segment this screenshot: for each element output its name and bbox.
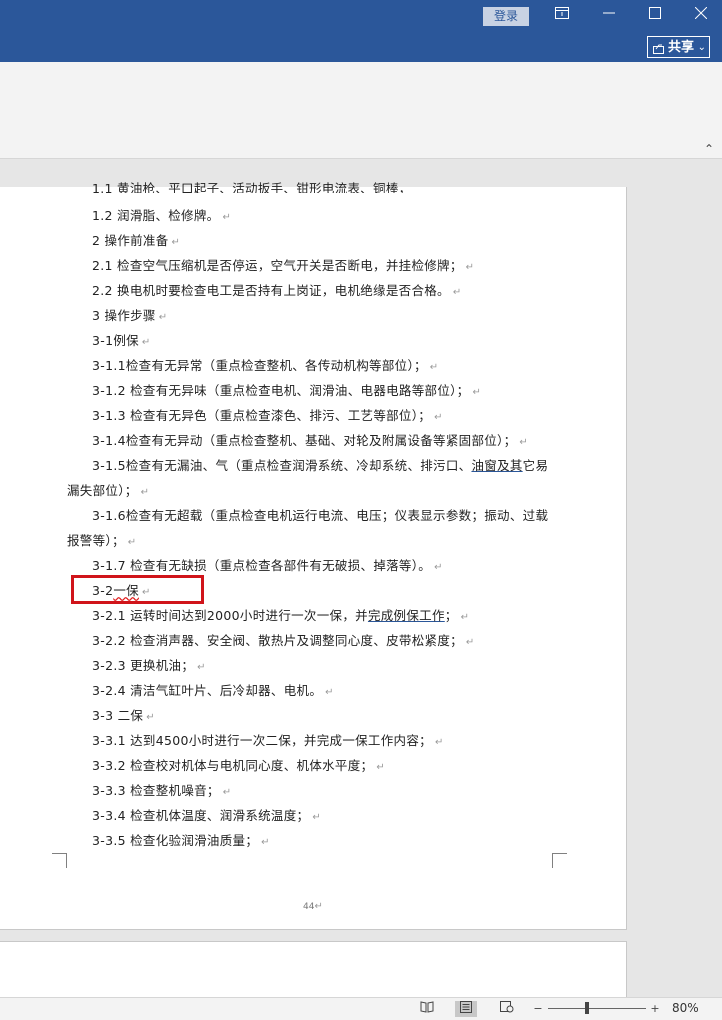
read-mode-icon[interactable] — [416, 1001, 438, 1017]
share-icon — [653, 37, 664, 59]
collapse-ribbon-icon[interactable]: ⌃ — [704, 142, 714, 156]
zoom-in-button[interactable]: + — [644, 1001, 666, 1017]
doc-line: 3-1.1检查有无异常（重点检查整机、各传动机构等部位）； ↵ — [92, 358, 439, 373]
doc-line: 3-3.2 检查校对机体与电机同心度、机体水平度； ↵ — [92, 758, 386, 773]
doc-line: 3-3.1 达到4500小时进行一次二保，并完成一保工作内容； ↵ — [92, 733, 444, 748]
page-number: 44↵ — [303, 901, 323, 912]
zoom-slider[interactable] — [548, 1008, 646, 1009]
doc-line: 3-2.1 运转时间达到2000小时进行一次一保，并完成例保工作； ↵ — [92, 608, 470, 623]
doc-line: 3-1.4检查有无异动（重点检查整机、基础、对轮及附属设备等紧固部位）； ↵ — [92, 433, 529, 448]
login-button[interactable]: 登录 — [483, 7, 529, 26]
doc-line: 1.2 润滑脂、检修牌。 ↵ — [92, 208, 232, 223]
minimize-icon[interactable] — [594, 2, 624, 28]
doc-heading: 3 操作步骤 ↵ — [92, 308, 168, 323]
crop-mark — [552, 853, 567, 868]
doc-line: 报警等）； ↵ — [67, 533, 137, 548]
ribbon: ⌃ — [0, 62, 722, 159]
highlight-box — [71, 575, 204, 604]
share-label: 共享 — [668, 40, 695, 55]
chevron-down-icon: ⌄ — [697, 42, 706, 53]
web-layout-icon[interactable] — [496, 1001, 518, 1017]
doc-line: 2.2 换电机时要检查电工是否持有上岗证，电机绝缘是否合格。 ↵ — [92, 283, 462, 298]
doc-line: 3-1.5检查有无漏油、气（重点检查润滑系统、冷却系统、排污口、油窗及其它易 — [92, 458, 549, 473]
cut-off-line: 1.1 黄油枪、平口起子、活动扳手、钳形电流表、铜棒， — [92, 181, 412, 193]
doc-line: 3-1.7 检查有无缺损（重点检查各部件有无破损、掉落等）。 ↵ — [92, 558, 443, 573]
doc-heading: 3-1例保 ↵ — [92, 333, 151, 348]
doc-line: 3-1.2 检查有无异味（重点检查电机、润滑油、电器电路等部位）； ↵ — [92, 383, 482, 398]
doc-line: 3-3.3 检查整机噪音； ↵ — [92, 783, 232, 798]
doc-line: 漏失部位）； ↵ — [67, 483, 150, 498]
next-page[interactable] — [0, 941, 627, 997]
close-icon[interactable] — [686, 2, 716, 28]
title-bar: 登录 共享 ⌄ — [0, 0, 722, 62]
doc-line: 3-3.5 检查化验润滑油质量； ↵ — [92, 833, 270, 848]
doc-line: 3-2.2 检查消声器、安全阀、散热片及调整同心度、皮带松紧度； ↵ — [92, 633, 475, 648]
doc-line: 2.1 检查空气压缩机是否停运，空气开关是否断电，并挂检修牌； ↵ — [92, 258, 475, 273]
doc-line: 3-1.3 检查有无异色（重点检查漆色、排污、工艺等部位）； ↵ — [92, 408, 443, 423]
document-page[interactable]: 1.1 黄油枪、平口起子、活动扳手、钳形电流表、铜棒， 1.2 润滑脂、检修牌。… — [0, 181, 627, 930]
zoom-out-button[interactable]: − — [527, 1001, 549, 1017]
doc-line: 3-2.3 更换机油； ↵ — [92, 658, 206, 673]
crop-mark — [52, 853, 67, 868]
ribbon-display-options-icon[interactable] — [547, 2, 577, 28]
document-canvas[interactable]: 1.1 黄油枪、平口起子、活动扳手、钳形电流表、铜棒， 1.2 润滑脂、检修牌。… — [0, 159, 722, 997]
doc-heading: 3-3 二保 ↵ — [92, 708, 155, 723]
doc-line: 3-3.4 检查机体温度、润滑系统温度； ↵ — [92, 808, 322, 823]
doc-line: 3-2.4 清洁气缸叶片、后冷却器、电机。 ↵ — [92, 683, 334, 698]
doc-heading: 2 操作前准备 ↵ — [92, 233, 181, 248]
zoom-slider-thumb[interactable] — [585, 1002, 590, 1014]
maximize-icon[interactable] — [640, 2, 670, 28]
status-bar: − + 80% — [0, 997, 722, 1020]
share-button[interactable]: 共享 ⌄ — [647, 36, 710, 58]
print-layout-icon[interactable] — [455, 1001, 477, 1017]
zoom-level[interactable]: 80% — [672, 1001, 699, 1015]
doc-line: 3-1.6检查有无超载（重点检查电机运行电流、电压；仪表显示参数；振动、过载 — [92, 508, 549, 523]
